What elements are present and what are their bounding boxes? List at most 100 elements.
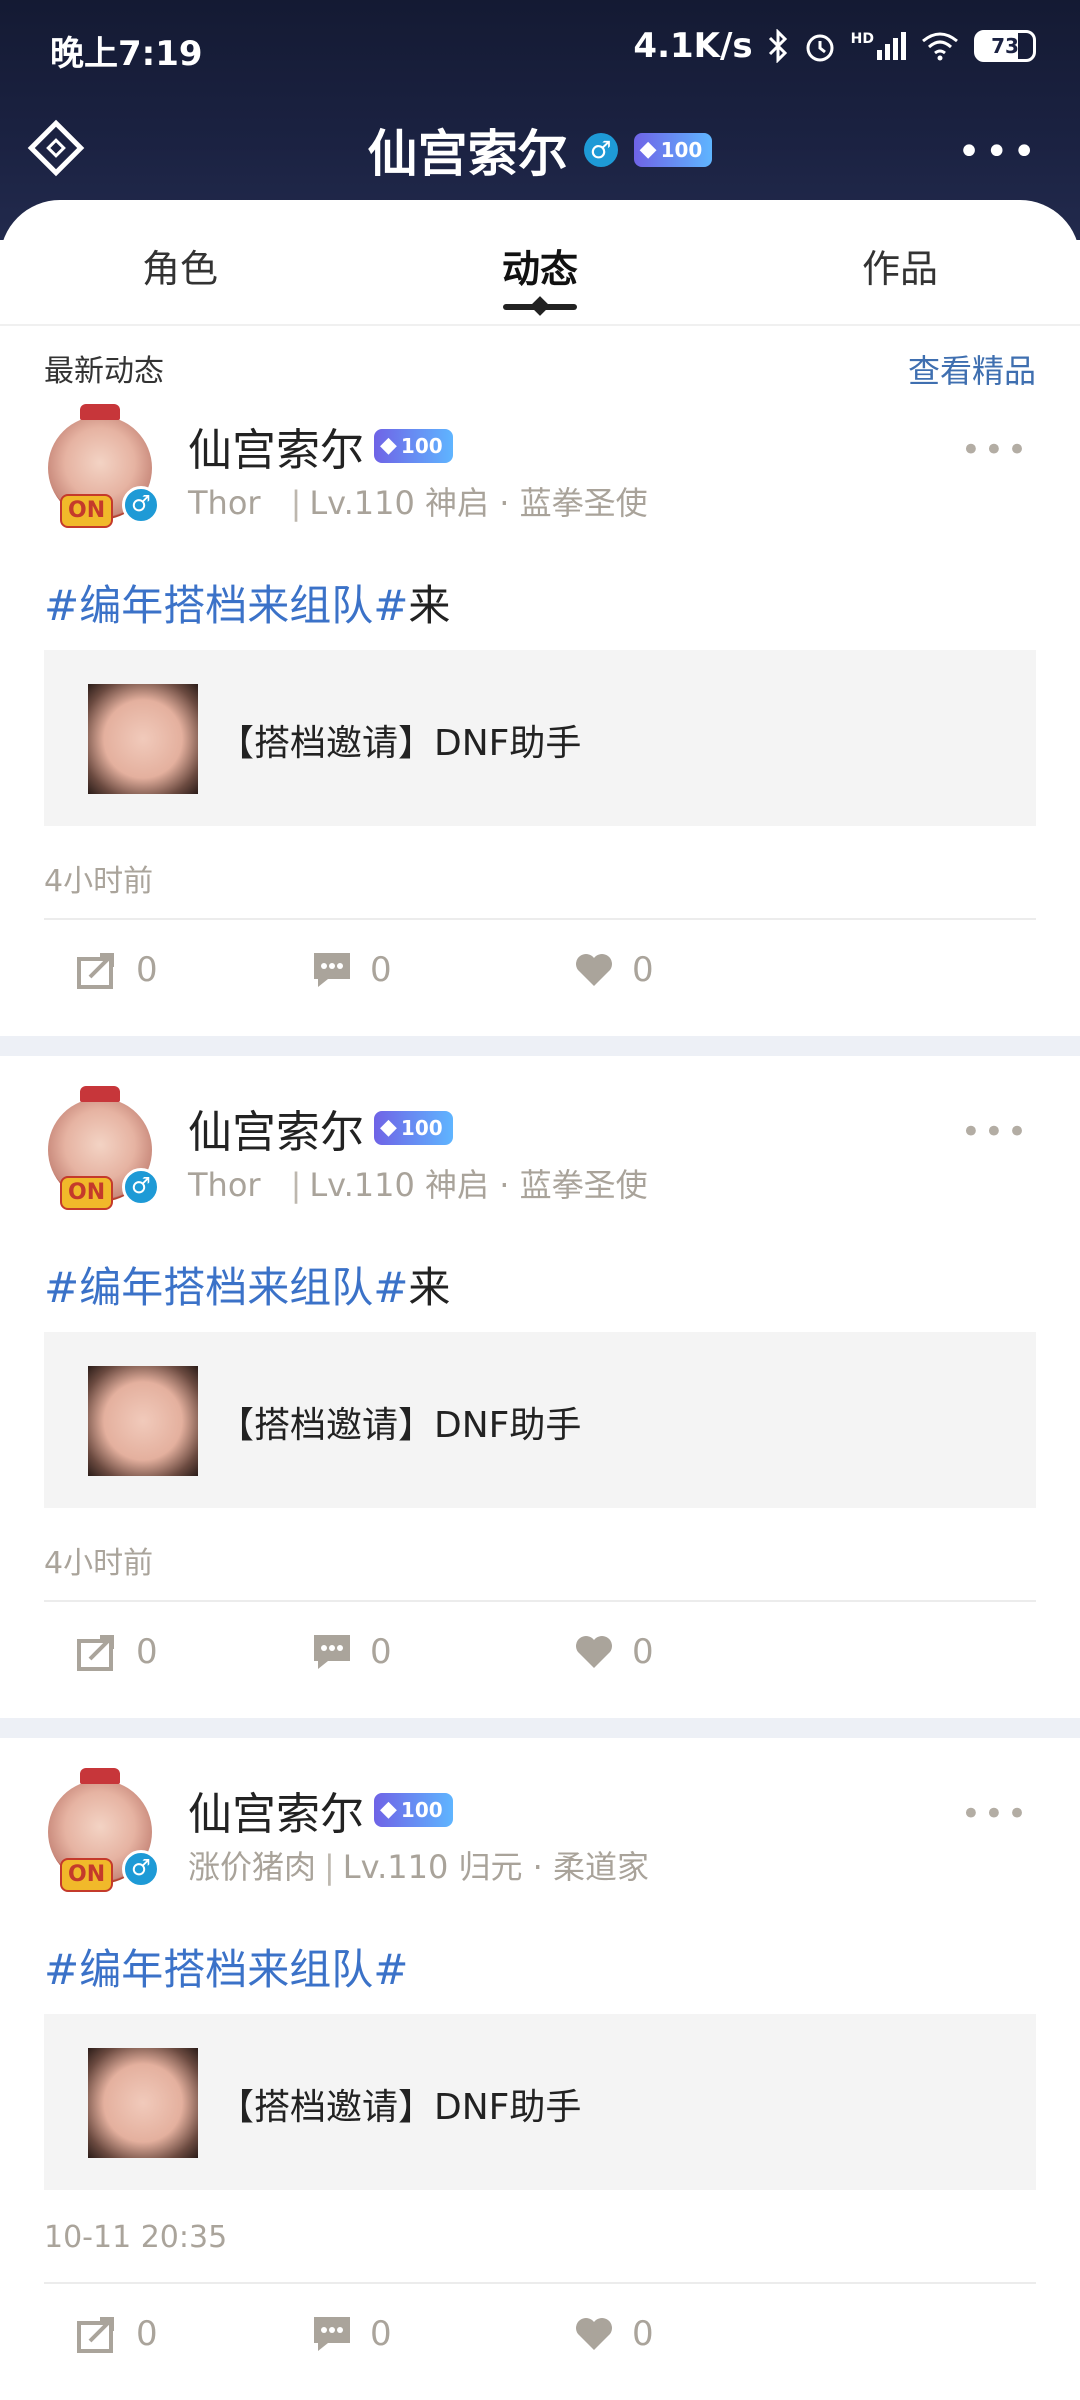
like-count: 0	[632, 1632, 654, 1672]
share-count: 0	[136, 1632, 158, 1672]
view-featured-link[interactable]: 查看精品	[908, 346, 1036, 392]
post-text: #编年搭档来组队#来	[44, 572, 450, 633]
share-icon	[77, 953, 114, 989]
meta-separator: |	[324, 1848, 335, 1886]
status-time: 晚上7:19	[50, 34, 203, 74]
diamond-icon: ◆	[380, 1797, 397, 1822]
author-name[interactable]: 仙宫索尔	[188, 1778, 364, 1842]
avatar[interactable]: ON ♂	[44, 1768, 160, 1898]
status-bar: 晚上7:19 4.1K/s HD 73	[0, 0, 1080, 96]
section-title: 最新动态	[44, 354, 164, 389]
card-thumbnail	[88, 684, 198, 794]
avatar-frame-crown	[80, 1768, 120, 1784]
status-icons: 4.1K/s HD 73	[633, 26, 1036, 66]
vip-badge: ◆ 100	[374, 1793, 453, 1827]
post-separator	[0, 1036, 1080, 1056]
comment-count: 0	[370, 950, 392, 990]
diamond-icon: ◆	[380, 433, 397, 458]
male-icon: ♂	[122, 1850, 160, 1888]
comment-count: 0	[370, 2314, 392, 2354]
avatar-badge: ON	[60, 1858, 114, 1892]
vip-level: 100	[660, 138, 703, 162]
section-header: 最新动态 查看精品	[0, 346, 1080, 390]
like-button[interactable]: 0	[574, 950, 654, 990]
more-options-icon[interactable]: •••	[957, 132, 1040, 172]
heart-icon	[576, 2318, 612, 2350]
share-count: 0	[136, 950, 158, 990]
post-time: 4小时前	[44, 864, 154, 899]
hashtag-link[interactable]: #编年搭档来组队#	[44, 1945, 408, 1994]
share-button[interactable]: 0	[76, 2314, 158, 2354]
share-icon	[77, 1635, 114, 1671]
avatar-frame-crown	[80, 1086, 120, 1102]
nav-bar: 仙宫索尔 ♂ ◆ 100 •••	[0, 110, 1080, 190]
post-text-suffix: 来	[408, 1263, 451, 1312]
post-more-icon[interactable]: •••	[961, 1794, 1030, 1834]
avatar[interactable]: ON ♂	[44, 404, 160, 534]
share-button[interactable]: 0	[76, 950, 158, 990]
comment-button[interactable]: 0	[312, 950, 392, 990]
vip-badge: ◆ 100	[633, 133, 713, 167]
share-count: 0	[136, 2314, 158, 2354]
tab-works[interactable]: 作品	[862, 238, 938, 293]
hd-label: HD	[850, 31, 874, 47]
male-icon: ♂	[122, 486, 160, 524]
vip-level: 100	[400, 434, 443, 458]
like-count: 0	[632, 2314, 654, 2354]
post-more-icon[interactable]: •••	[961, 430, 1030, 470]
meta-separator: |	[290, 1166, 302, 1204]
tab-feed[interactable]: 动态	[502, 238, 578, 293]
alarm-icon	[806, 34, 834, 62]
author-row: 仙宫索尔 ◆ 100	[188, 414, 453, 478]
male-icon: ♂	[122, 1168, 160, 1206]
card-title: 【搭档邀请】DNF助手	[218, 2087, 582, 2128]
comment-icon	[314, 1635, 350, 1669]
post-actions: 0 0 0	[0, 2314, 1080, 2374]
vip-badge: ◆ 100	[374, 1111, 453, 1145]
character-level: Lv.110 神启 · 蓝拳圣使	[309, 484, 648, 522]
like-button[interactable]: 0	[574, 1632, 654, 1672]
shared-link-card[interactable]: 【搭档邀请】DNF助手	[44, 2014, 1036, 2190]
post-separator	[0, 1718, 1080, 1738]
comment-button[interactable]: 0	[312, 2314, 392, 2354]
male-icon: ♂	[583, 133, 618, 167]
card-thumbnail	[88, 2048, 198, 2158]
post-text-suffix: 来	[408, 581, 451, 630]
post-time: 10-11 20:35	[44, 2220, 228, 2255]
vip-badge: ◆ 100	[374, 429, 453, 463]
post-more-icon[interactable]: •••	[961, 1112, 1030, 1152]
profile-title: 仙宫索尔 ♂ ◆ 100	[0, 110, 1080, 190]
content-sheet: 角色 动态 作品 最新动态 查看精品 ON ♂ 仙宫索尔 ◆ 100 Thor |…	[0, 200, 1080, 2400]
avatar-badge: ON	[60, 494, 114, 528]
character-info: Thor | Lv.110 神启 · 蓝拳圣使	[188, 478, 648, 524]
hashtag-link[interactable]: #编年搭档来组队#	[44, 1263, 408, 1312]
hashtag-link[interactable]: #编年搭档来组队#	[44, 581, 408, 630]
character-level: Lv.110 神启 · 蓝拳圣使	[309, 1166, 648, 1204]
battery-indicator: 73	[974, 30, 1036, 62]
card-title: 【搭档邀请】DNF助手	[218, 1405, 582, 1446]
bluetooth-icon	[768, 29, 787, 63]
shared-link-card[interactable]: 【搭档邀请】DNF助手	[44, 1332, 1036, 1508]
shared-link-card[interactable]: 【搭档邀请】DNF助手	[44, 650, 1036, 826]
character-nickname: Thor	[188, 484, 261, 522]
comment-icon	[314, 2317, 350, 2351]
vip-level: 100	[400, 1116, 443, 1140]
post-actions: 0 0 0	[0, 1632, 1080, 1692]
avatar[interactable]: ON ♂	[44, 1086, 160, 1216]
character-nickname: 涨价猪肉	[188, 1848, 317, 1886]
author-name[interactable]: 仙宫索尔	[188, 414, 364, 478]
share-button[interactable]: 0	[76, 1632, 158, 1672]
tab-role[interactable]: 角色	[142, 238, 218, 293]
wifi-icon	[922, 32, 958, 61]
like-button[interactable]: 0	[574, 2314, 654, 2354]
character-level: Lv.110 归元 · 柔道家	[342, 1848, 650, 1886]
card-title: 【搭档邀请】DNF助手	[218, 723, 582, 764]
net-speed: 4.1K/s	[633, 26, 753, 66]
tab-bar: 角色 动态 作品	[0, 200, 1080, 326]
author-row: 仙宫索尔 ◆ 100	[188, 1778, 453, 1842]
post-text: #编年搭档来组队#	[44, 1936, 408, 1997]
comment-button[interactable]: 0	[312, 1632, 392, 1672]
diamond-icon: ◆	[380, 1115, 397, 1140]
author-name[interactable]: 仙宫索尔	[188, 1096, 364, 1160]
post-actions: 0 0 0	[0, 950, 1080, 1010]
